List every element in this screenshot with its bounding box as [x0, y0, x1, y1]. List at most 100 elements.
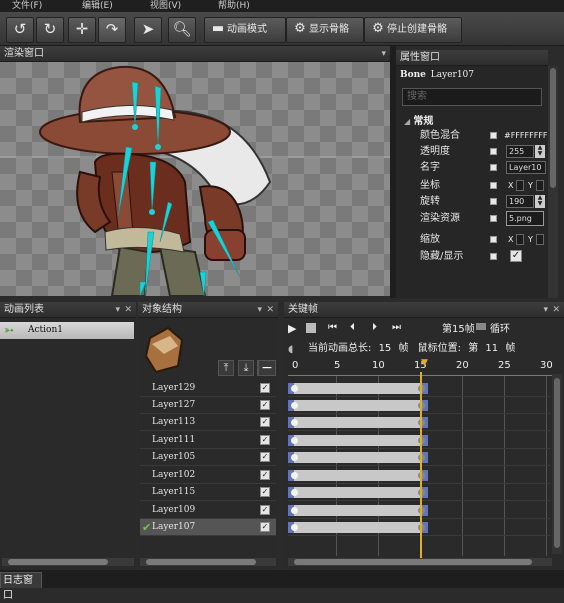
panel-menu-icon[interactable]: ▾	[381, 46, 386, 62]
keyframe-checkbox[interactable]	[490, 253, 497, 260]
move-tool-icon[interactable]: ✛	[68, 17, 96, 43]
list-item[interactable]: ➳ Action1	[0, 322, 134, 339]
visibility-checkbox[interactable]: ✓	[260, 400, 270, 410]
position-x-input[interactable]	[516, 180, 524, 191]
search-input[interactable]: 搜索	[402, 88, 542, 106]
keyframe-dot[interactable]	[291, 507, 298, 514]
show-bones-button[interactable]: ⚙ 显示骨骼	[286, 17, 364, 43]
vertical-scrollbar[interactable]	[552, 374, 562, 554]
resource-input[interactable]: 5.png	[506, 211, 544, 226]
properties-scrollbar[interactable]	[548, 66, 558, 298]
keyframe-dot[interactable]	[291, 524, 298, 531]
scrollbar-thumb[interactable]	[554, 378, 560, 548]
rotate-tool-icon[interactable]: ↷	[98, 17, 126, 43]
table-row-selected[interactable]: ✔ Layer107 ✓	[140, 519, 276, 536]
keyframe-checkbox[interactable]	[490, 164, 497, 171]
keyframe-track[interactable]	[288, 467, 550, 484]
play-icon[interactable]: ▶	[288, 322, 296, 335]
name-input[interactable]: Layer10	[506, 161, 546, 174]
close-icon[interactable]: ✕	[266, 302, 274, 318]
stop-create-bones-button[interactable]: ⚙ 停止创建骨骼	[364, 17, 462, 43]
menu-file[interactable]: 文件(F)	[12, 0, 42, 12]
stop-icon[interactable]	[306, 323, 316, 333]
scale-x-input[interactable]	[516, 234, 524, 245]
remove-icon[interactable]: −	[258, 360, 276, 376]
playhead-marker-icon[interactable]: ▼	[421, 358, 428, 368]
spinner-icon[interactable]: ▲ ▼	[535, 145, 545, 158]
keyframe-track[interactable]	[288, 432, 550, 449]
scrollbar-thumb[interactable]	[550, 68, 556, 188]
keyframe-checkbox[interactable]	[490, 215, 497, 222]
visibility-checkbox[interactable]: ✓	[260, 383, 270, 393]
position-y-input[interactable]	[536, 180, 544, 191]
playhead-line[interactable]	[420, 372, 422, 558]
visibility-checkbox[interactable]: ✓	[260, 452, 270, 462]
keyframe-checkbox[interactable]	[490, 236, 497, 243]
table-row[interactable]: Layer129 ✓	[140, 380, 276, 397]
opacity-input[interactable]: 255	[506, 145, 534, 158]
keyframe-checkbox[interactable]	[490, 182, 497, 189]
scale-y-input[interactable]	[536, 234, 544, 245]
menu-edit[interactable]: 编辑(E)	[82, 0, 113, 12]
table-row[interactable]: Layer113 ✓	[140, 414, 276, 431]
close-icon[interactable]: ✕	[552, 302, 560, 318]
visibility-checkbox[interactable]: ✓	[260, 435, 270, 445]
table-row[interactable]: Layer102 ✓	[140, 467, 276, 484]
undo-icon[interactable]: ↺	[6, 17, 34, 43]
keyframe-dot[interactable]	[291, 489, 298, 496]
animation-mode-button[interactable]: ▬ 动画模式	[204, 17, 286, 43]
keyframe-dot[interactable]	[291, 385, 298, 392]
pin-icon[interactable]: ▾	[115, 302, 120, 318]
horizontal-scrollbar[interactable]	[288, 558, 552, 566]
redo-icon[interactable]: ↻	[36, 17, 64, 43]
table-row[interactable]: Layer111 ✓	[140, 432, 276, 449]
keyframe-track[interactable]	[288, 449, 550, 466]
menu-view[interactable]: 视图(V)	[150, 0, 181, 12]
select-tool-icon[interactable]: ➤	[134, 17, 162, 43]
move-down-icon[interactable]: ⤓	[238, 360, 254, 376]
render-canvas[interactable]	[0, 62, 390, 296]
zoom-icon[interactable]: 🔍︎	[168, 17, 196, 43]
keyframe-track[interactable]	[288, 484, 550, 501]
section-general[interactable]: ◢ 常规	[404, 115, 544, 129]
keyframe-checkbox[interactable]	[490, 132, 497, 139]
spinner-icon[interactable]: ▲ ▼	[535, 195, 545, 208]
pin-icon[interactable]: ▾	[543, 302, 548, 318]
keyframe-checkbox[interactable]	[490, 148, 497, 155]
timeline-ruler[interactable]: 0 5 10 15 20 25 30 ▼	[288, 358, 556, 376]
visibility-checkbox[interactable]: ✓	[260, 505, 270, 515]
visibility-checkbox[interactable]: ✓	[260, 417, 270, 427]
keyframe-track[interactable]	[288, 502, 550, 519]
first-frame-icon[interactable]: ⏮︎	[328, 322, 337, 333]
keyframe-dot[interactable]	[291, 437, 298, 444]
visible-checkbox[interactable]: ✓	[510, 250, 522, 262]
pin-icon[interactable]: ▾	[257, 302, 262, 318]
prev-frame-icon[interactable]: ⏴︎	[350, 322, 355, 333]
onion-skin-icon[interactable]: ◖	[288, 344, 293, 355]
visibility-checkbox[interactable]: ✓	[260, 487, 270, 497]
keyframe-dot[interactable]	[291, 402, 298, 409]
table-row[interactable]: Layer109 ✓	[140, 502, 276, 519]
horizontal-scrollbar[interactable]	[140, 558, 276, 566]
table-row[interactable]: Layer115 ✓	[140, 484, 276, 501]
keyframe-dot[interactable]	[291, 472, 298, 479]
close-icon[interactable]: ✕	[124, 302, 132, 318]
tab-log[interactable]: 日志窗口	[0, 572, 42, 601]
keyframe-checkbox[interactable]	[490, 198, 497, 205]
visibility-checkbox[interactable]: ✓	[260, 470, 270, 480]
loop-toggle[interactable]	[476, 323, 486, 330]
horizontal-scrollbar[interactable]	[2, 558, 134, 566]
keyframe-track[interactable]	[288, 519, 550, 536]
rotation-input[interactable]: 190	[506, 195, 534, 208]
keyframe-track[interactable]	[288, 380, 550, 397]
last-frame-icon[interactable]: ⏭︎	[392, 322, 401, 333]
next-frame-icon[interactable]: ⏵︎	[372, 322, 377, 333]
table-row[interactable]: Layer105 ✓	[140, 449, 276, 466]
keyframe-dot[interactable]	[291, 454, 298, 461]
keyframe-dot[interactable]	[291, 419, 298, 426]
keyframe-track[interactable]	[288, 414, 550, 431]
menu-help[interactable]: 帮助(H)	[218, 0, 250, 12]
table-row[interactable]: Layer127 ✓	[140, 397, 276, 414]
move-up-icon[interactable]: ⤒	[218, 360, 234, 376]
keyframe-track[interactable]	[288, 397, 550, 414]
